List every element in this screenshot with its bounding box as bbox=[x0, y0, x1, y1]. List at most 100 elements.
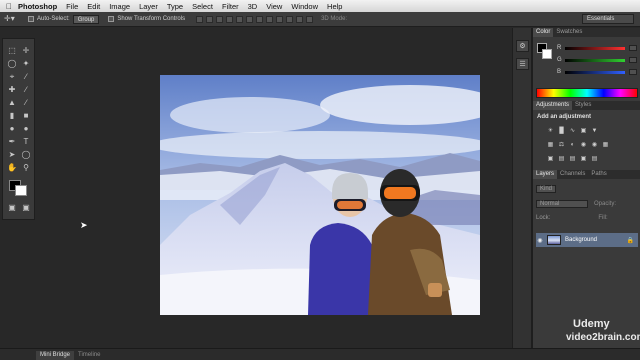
menu-layer[interactable]: Layer bbox=[139, 2, 158, 11]
zoom-tool-icon[interactable]: ⚲ bbox=[20, 162, 32, 173]
history-panel-icon[interactable]: ⚙ bbox=[516, 40, 529, 52]
align-top-icon[interactable] bbox=[196, 15, 204, 23]
menu-file[interactable]: File bbox=[66, 2, 78, 11]
gradient-map-icon[interactable]: ▤ bbox=[591, 156, 598, 163]
color-background-swatch[interactable] bbox=[542, 49, 552, 59]
menu-image[interactable]: Image bbox=[109, 2, 130, 11]
color-spectrum-bar[interactable] bbox=[536, 88, 638, 98]
tab-channels[interactable]: Channels bbox=[557, 170, 588, 179]
menu-help[interactable]: Help bbox=[327, 2, 342, 11]
menu-window[interactable]: Window bbox=[291, 2, 318, 11]
selective-color-icon[interactable]: ▣ bbox=[580, 156, 587, 163]
slider-g[interactable]: G bbox=[557, 57, 637, 65]
color-balance-icon[interactable]: ⚖ bbox=[558, 142, 565, 149]
move-tool-preset-icon[interactable]: ✛▾ bbox=[4, 14, 22, 25]
align-middle-icon[interactable] bbox=[206, 15, 214, 23]
align-bottom-icon[interactable] bbox=[216, 15, 224, 23]
distribute-left-icon[interactable] bbox=[286, 15, 294, 23]
history-brush-tool-icon[interactable]: ∕ bbox=[20, 97, 32, 108]
auto-select-dropdown[interactable]: Group bbox=[72, 14, 100, 24]
color-lookup-icon[interactable]: ▦ bbox=[602, 142, 609, 149]
tab-timeline[interactable]: Timeline bbox=[74, 351, 104, 360]
layer-name[interactable]: Background bbox=[565, 237, 597, 243]
menu-app-name[interactable]: Photoshop bbox=[18, 2, 57, 11]
slider-g-value[interactable] bbox=[629, 57, 637, 63]
distribute-center-icon[interactable] bbox=[296, 15, 304, 23]
clone-stamp-tool-icon[interactable]: ▲ bbox=[6, 97, 18, 108]
levels-icon[interactable]: █ bbox=[558, 128, 565, 135]
transform-controls-label: Show Transform Controls bbox=[117, 16, 186, 22]
tab-styles[interactable]: Styles bbox=[572, 101, 594, 110]
quick-select-tool-icon[interactable]: ✦ bbox=[20, 58, 32, 69]
shape-tool-icon[interactable]: ◯ bbox=[20, 149, 32, 160]
dodge-tool-icon[interactable]: ● bbox=[20, 123, 32, 134]
slider-r-track[interactable] bbox=[565, 47, 625, 50]
slider-r-value[interactable] bbox=[629, 45, 637, 51]
workspace-switcher[interactable]: Essentials bbox=[582, 14, 634, 24]
menu-filter[interactable]: Filter bbox=[222, 2, 239, 11]
tab-swatches[interactable]: Swatches bbox=[553, 28, 585, 37]
tab-paths[interactable]: Paths bbox=[588, 170, 609, 179]
menu-edit[interactable]: Edit bbox=[87, 2, 100, 11]
blend-mode-dropdown[interactable]: Normal bbox=[536, 199, 588, 208]
tab-layers[interactable]: Layers bbox=[533, 170, 558, 179]
distribute-right-icon[interactable] bbox=[306, 15, 314, 23]
slider-g-label: G bbox=[557, 57, 562, 63]
eraser-tool-icon[interactable]: ▮ bbox=[6, 110, 18, 121]
screen-mode-icon[interactable]: ▣ bbox=[20, 202, 32, 213]
lasso-tool-icon[interactable]: ◯ bbox=[6, 58, 18, 69]
exposure-icon[interactable]: ▣ bbox=[580, 128, 587, 135]
align-right-icon[interactable] bbox=[246, 15, 254, 23]
pen-tool-icon[interactable]: ✒ bbox=[6, 136, 18, 147]
channel-mixer-icon[interactable]: ◉ bbox=[591, 142, 598, 149]
brush-tool-icon[interactable]: ∕ bbox=[20, 84, 32, 95]
layer-row-background[interactable]: ◉ Background 🔒 bbox=[536, 233, 638, 247]
curves-icon[interactable]: ∿ bbox=[569, 128, 576, 135]
layer-kind-filter[interactable]: Kind bbox=[536, 184, 557, 193]
slider-b-track[interactable] bbox=[565, 71, 625, 74]
layer-visibility-eye-icon[interactable]: ◉ bbox=[536, 237, 544, 244]
slider-r[interactable]: R bbox=[557, 45, 637, 53]
align-left-icon[interactable] bbox=[226, 15, 234, 23]
vibrance-icon[interactable]: ▼ bbox=[591, 128, 598, 135]
slider-b[interactable]: B bbox=[557, 69, 637, 77]
document-image[interactable] bbox=[160, 75, 480, 315]
tab-adjustments[interactable]: Adjustments bbox=[533, 101, 573, 110]
slider-g-track[interactable] bbox=[565, 59, 625, 62]
crop-tool-icon[interactable]: ⌖ bbox=[6, 71, 18, 82]
quick-mask-icon[interactable]: ▣ bbox=[6, 202, 18, 213]
invert-icon[interactable]: ▣ bbox=[547, 156, 554, 163]
menu-view[interactable]: View bbox=[266, 2, 282, 11]
distribute-middle-icon[interactable] bbox=[266, 15, 274, 23]
slider-b-value[interactable] bbox=[629, 69, 637, 75]
path-selection-tool-icon[interactable]: ➤ bbox=[6, 149, 18, 160]
menu-select[interactable]: Select bbox=[192, 2, 213, 11]
tab-color[interactable]: Color bbox=[533, 28, 554, 37]
properties-panel-icon[interactable]: ☰ bbox=[516, 58, 529, 70]
distribute-bottom-icon[interactable] bbox=[276, 15, 284, 23]
auto-select-checkbox[interactable] bbox=[28, 16, 34, 22]
hand-tool-icon[interactable]: ✋ bbox=[6, 162, 18, 173]
apple-icon[interactable]:  bbox=[0, 2, 18, 11]
tab-mini-bridge[interactable]: Mini Bridge bbox=[36, 351, 75, 360]
brightness-contrast-icon[interactable]: ☀ bbox=[547, 128, 554, 135]
blur-tool-icon[interactable]: ● bbox=[6, 123, 18, 134]
background-color-swatch[interactable] bbox=[15, 185, 27, 196]
black-white-icon[interactable]: ◐ bbox=[569, 142, 576, 149]
distribute-top-icon[interactable] bbox=[256, 15, 264, 23]
move-tool-icon[interactable]: ✛ bbox=[20, 45, 32, 56]
transform-controls-checkbox[interactable] bbox=[108, 16, 115, 22]
marquee-tool-icon[interactable]: ⬚ bbox=[6, 45, 18, 56]
gradient-tool-icon[interactable]: ■ bbox=[20, 110, 32, 121]
menu-type[interactable]: Type bbox=[167, 2, 183, 11]
menu-3d[interactable]: 3D bbox=[248, 2, 258, 11]
threshold-icon[interactable]: ▤ bbox=[569, 156, 576, 163]
photo-filter-icon[interactable]: ◉ bbox=[580, 142, 587, 149]
healing-brush-tool-icon[interactable]: ✚ bbox=[6, 84, 18, 95]
posterize-icon[interactable]: ▤ bbox=[558, 156, 565, 163]
hue-saturation-icon[interactable]: ▦ bbox=[547, 142, 554, 149]
eyedropper-tool-icon[interactable]: ∕ bbox=[20, 71, 32, 82]
align-center-icon[interactable] bbox=[236, 15, 244, 23]
bottom-panel-bar: Mini Bridge Timeline bbox=[0, 348, 640, 360]
type-tool-icon[interactable]: T bbox=[20, 136, 32, 147]
